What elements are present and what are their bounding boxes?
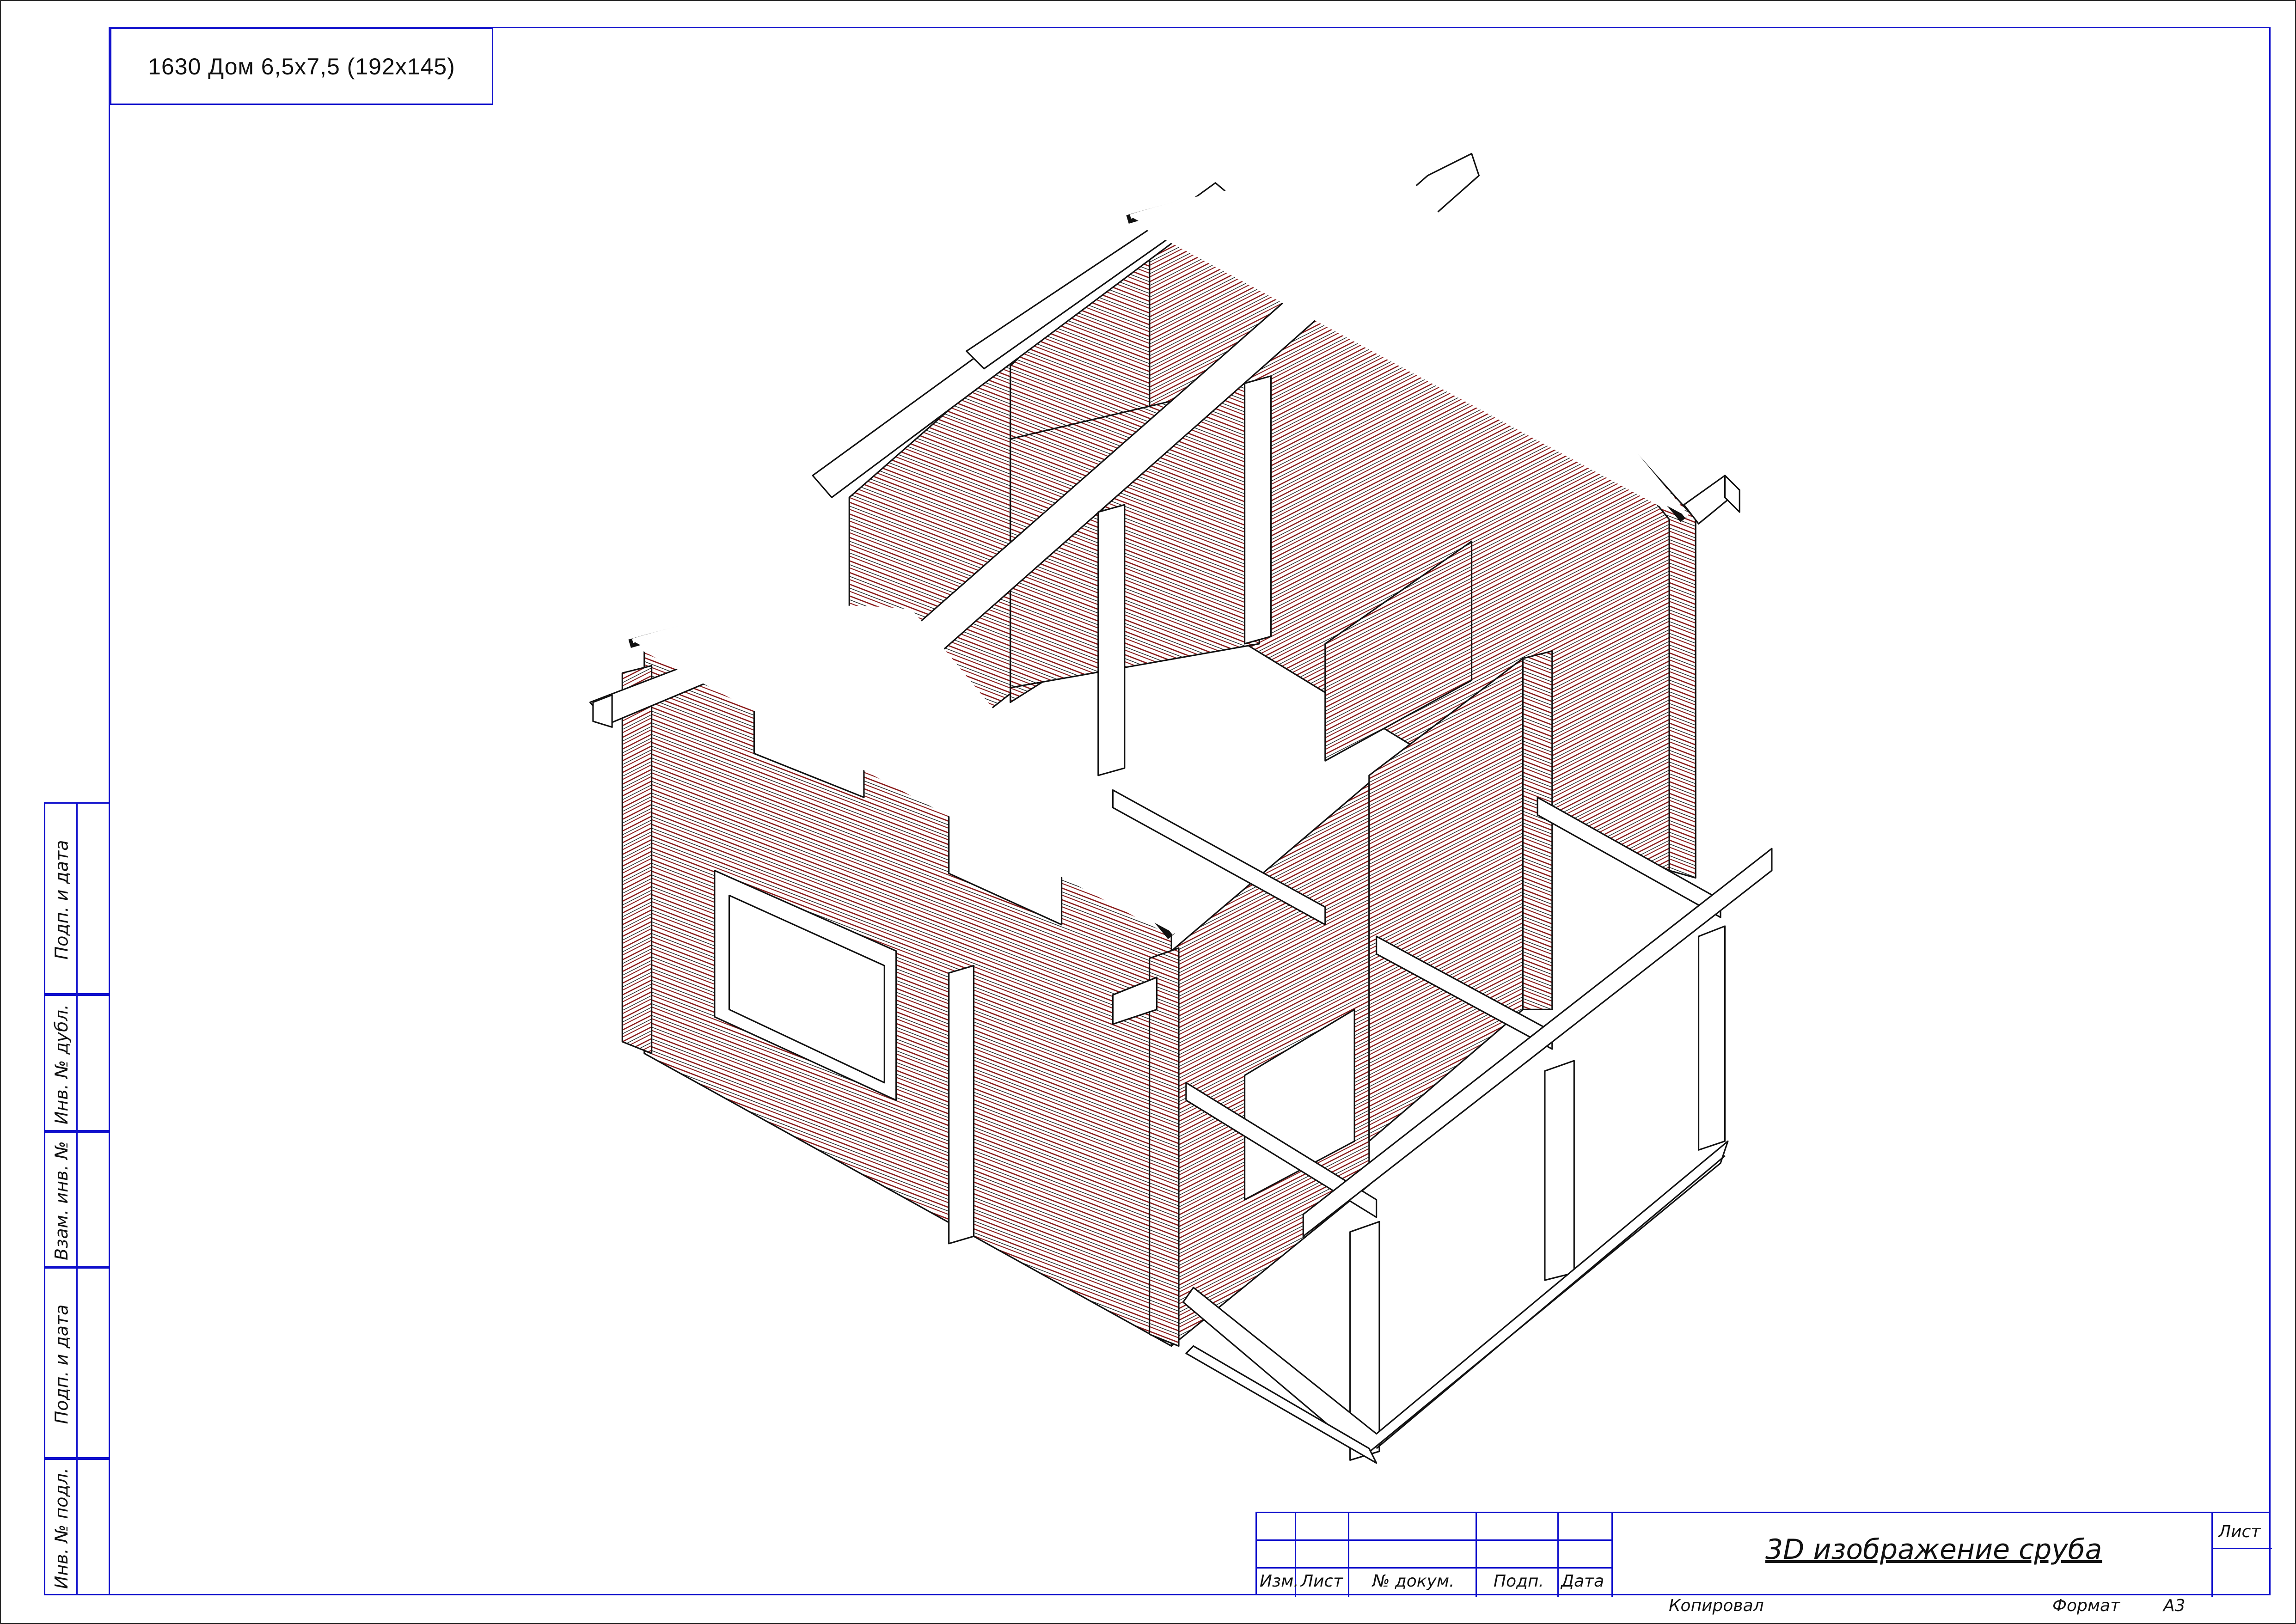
column-date: Дата xyxy=(1561,1572,1604,1591)
copied-by-label: Копировал xyxy=(1669,1596,1764,1615)
document-title: 3D изображение сруба xyxy=(1765,1533,2102,1566)
sheet-label: Лист xyxy=(2218,1522,2261,1541)
format-value: А3 xyxy=(2163,1596,2186,1615)
column-sheet: Лист xyxy=(1301,1572,1343,1591)
format-label: Формат xyxy=(2052,1596,2120,1615)
front-side-wall xyxy=(1149,782,1370,1347)
column-signature: Подп. xyxy=(1494,1572,1544,1591)
log-house-3d-drawing xyxy=(589,153,1773,1464)
column-document-number: № докум. xyxy=(1372,1572,1455,1591)
column-change: Изм. xyxy=(1260,1572,1299,1591)
title-block: Изм. Лист № докум. Подп. Дата 3D изображ… xyxy=(1255,1512,2272,1597)
